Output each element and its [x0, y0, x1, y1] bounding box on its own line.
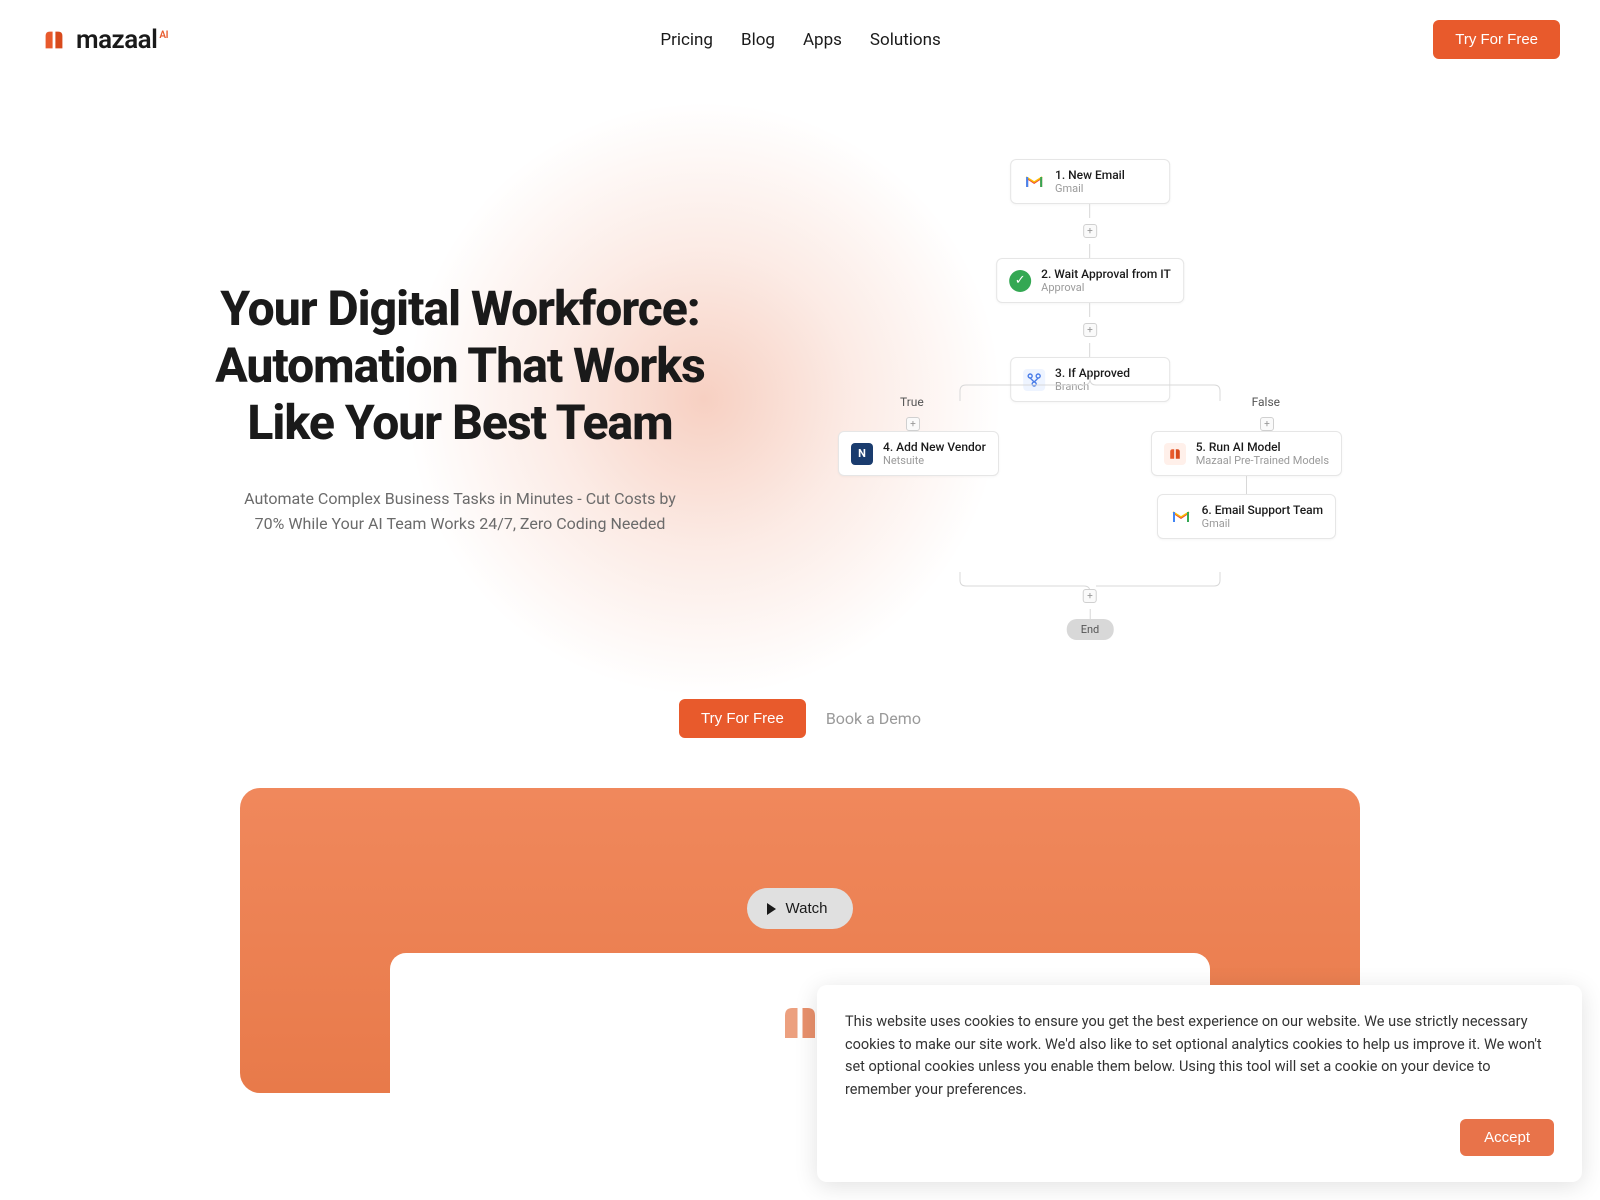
- nav-pricing[interactable]: Pricing: [660, 30, 713, 50]
- add-step-button[interactable]: +: [906, 417, 920, 431]
- check-icon: ✓: [1009, 270, 1031, 292]
- book-demo-link[interactable]: Book a Demo: [826, 709, 921, 728]
- flow-node-5[interactable]: 5. Run AI ModelMazaal Pre-Trained Models: [1151, 431, 1342, 476]
- hero-text: Your Digital Workforce: Automation That …: [200, 241, 720, 536]
- flow-node-title: 2. Wait Approval from IT: [1041, 267, 1171, 281]
- flow-node-sub: Gmail: [1055, 182, 1125, 195]
- gmail-icon: [1170, 506, 1192, 528]
- nav-blog[interactable]: Blog: [741, 30, 775, 50]
- cookie-banner: This website uses cookies to ensure you …: [817, 985, 1582, 1182]
- flow-end: + End: [1067, 583, 1114, 640]
- flow-node-sub: Netsuite: [883, 454, 986, 467]
- branch-true-column: N 4. Add New VendorNetsuite: [838, 431, 999, 476]
- cta-row: Try For Free Book a Demo: [0, 659, 1600, 768]
- logo-text: mazaalAI: [76, 25, 168, 55]
- flow-connector: [1246, 476, 1247, 494]
- header-cta-button[interactable]: Try For Free: [1433, 20, 1560, 59]
- flow-node-sub: Gmail: [1202, 517, 1324, 530]
- site-header: mazaalAI Pricing Blog Apps Solutions Try…: [0, 0, 1600, 79]
- hero-title: Your Digital Workforce: Automation That …: [200, 281, 720, 451]
- nav-solutions[interactable]: Solutions: [870, 30, 941, 50]
- add-step-button[interactable]: +: [1083, 323, 1097, 337]
- hero-section: Your Digital Workforce: Automation That …: [0, 79, 1600, 659]
- flow-node-sub: Approval: [1041, 281, 1171, 294]
- flow-node-title: 4. Add New Vendor: [883, 440, 986, 454]
- flow-node-sub: Mazaal Pre-Trained Models: [1196, 454, 1329, 467]
- watch-label: Watch: [786, 900, 828, 917]
- try-free-button[interactable]: Try For Free: [679, 699, 806, 738]
- flow-node-6[interactable]: 6. Email Support TeamGmail: [1157, 494, 1337, 539]
- branch-label-false: False: [1252, 395, 1280, 409]
- flow-connector: [1090, 244, 1091, 258]
- netsuite-icon: N: [851, 443, 873, 465]
- end-node: End: [1067, 619, 1114, 640]
- flow-node-title: 6. Email Support Team: [1202, 503, 1324, 517]
- workflow-diagram: 1. New EmailGmail + ✓ 2. Wait Approval f…: [780, 159, 1400, 619]
- flow-node-2[interactable]: ✓ 2. Wait Approval from ITApproval: [996, 258, 1184, 303]
- hero-subtitle: Automate Complex Business Tasks in Minut…: [240, 487, 680, 537]
- flow-node-title: 1. New Email: [1055, 168, 1125, 182]
- gmail-icon: [1023, 171, 1045, 193]
- branch-label-true: True: [900, 395, 924, 409]
- cookie-accept-button[interactable]: Accept: [1460, 1119, 1554, 1156]
- add-step-button[interactable]: +: [1260, 417, 1274, 431]
- logo[interactable]: mazaalAI: [40, 25, 168, 55]
- watch-button[interactable]: Watch: [747, 888, 854, 929]
- flow-main-column: 1. New EmailGmail + ✓ 2. Wait Approval f…: [996, 159, 1184, 402]
- main-nav: Pricing Blog Apps Solutions: [660, 30, 940, 50]
- mazaal-icon: [1164, 443, 1186, 465]
- add-step-button[interactable]: +: [1083, 589, 1097, 603]
- flow-node-1[interactable]: 1. New EmailGmail: [1010, 159, 1170, 204]
- flow-node-title: 5. Run AI Model: [1196, 440, 1329, 454]
- flow-connector: [1090, 609, 1091, 619]
- cookie-text: This website uses cookies to ensure you …: [845, 1011, 1554, 1101]
- logo-icon: [40, 26, 68, 54]
- flow-connector: [1090, 303, 1091, 317]
- branch-connector: [950, 371, 1230, 401]
- flow-connector: [1090, 204, 1091, 218]
- branch-false-column: 5. Run AI ModelMazaal Pre-Trained Models…: [1151, 431, 1342, 539]
- play-icon: [767, 903, 776, 915]
- flow-node-4[interactable]: N 4. Add New VendorNetsuite: [838, 431, 999, 476]
- nav-apps[interactable]: Apps: [803, 30, 842, 50]
- add-step-button[interactable]: +: [1083, 224, 1097, 238]
- flow-connector: [1090, 343, 1091, 357]
